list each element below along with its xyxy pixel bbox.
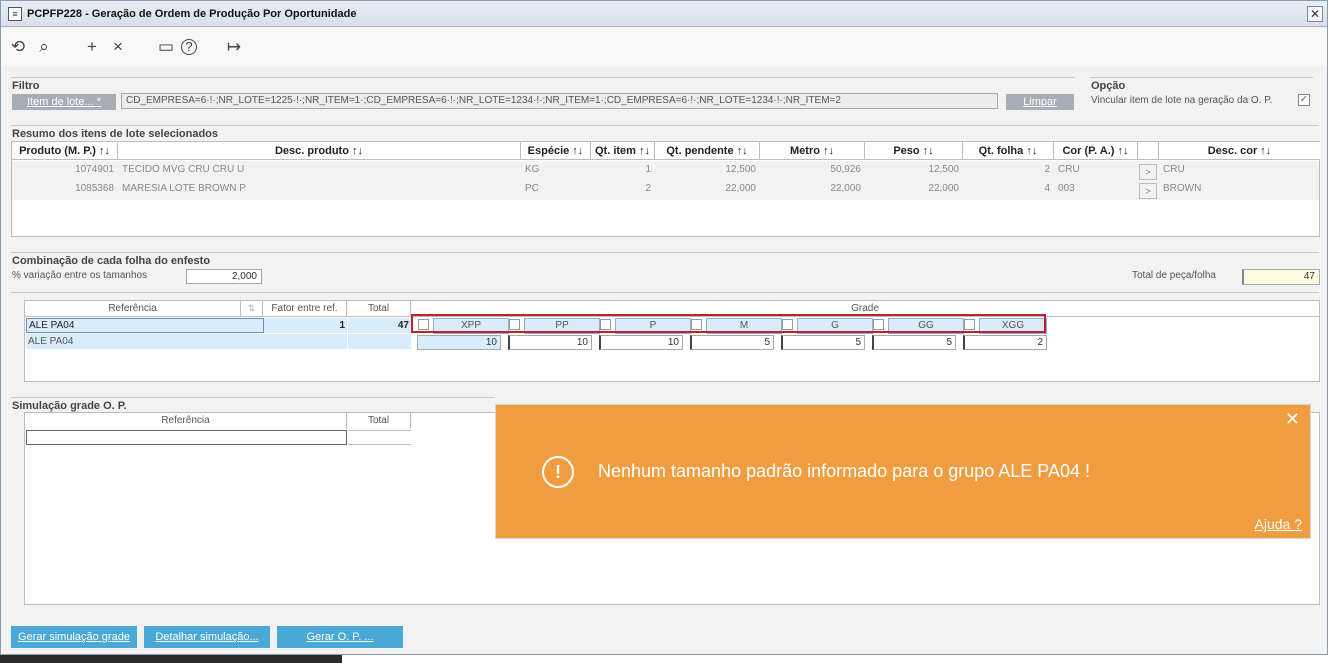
detalhar-simulacao-button[interactable]: Detalhar simulação... — [144, 626, 270, 648]
error-toast: ! Nenhum tamanho padrão informado para o… — [495, 404, 1311, 539]
calendar-icon[interactable]: ▭ — [155, 36, 177, 58]
search-icon[interactable]: ⌕ — [33, 36, 55, 58]
qty-p[interactable]: 10 — [599, 335, 683, 350]
total-cell: 47 — [348, 318, 411, 333]
col-qt-pendente[interactable]: Qt. pendente ↑↓ — [655, 142, 760, 160]
total-peca-label: Total de peça/folha — [1132, 270, 1216, 281]
limpar-button[interactable]: Limpar — [1006, 94, 1074, 110]
metro-cell: 22,000 — [830, 183, 861, 194]
cor-lookup-button[interactable]: > — [1139, 164, 1157, 180]
title-bar: ≡ PCPFP228 - Geração de Ordem de Produçã… — [1, 1, 1327, 27]
metro-cell: 50,926 — [830, 164, 861, 175]
cor-cell: 003 — [1058, 183, 1075, 194]
desc-cor-cell: CRU — [1163, 164, 1185, 175]
qty-xgg[interactable]: 2 — [963, 335, 1047, 350]
especie-cell: KG — [525, 164, 540, 175]
item-lote-field[interactable]: CD_EMPRESA=6·!·;NR_LOTE=1225·!·;NR_ITEM=… — [121, 93, 998, 109]
col-qt-folha[interactable]: Qt. folha ↑↓ — [963, 142, 1054, 160]
qty-pp[interactable]: 10 — [508, 335, 592, 350]
total-peca-field: 47 — [1242, 269, 1320, 285]
vincular-label: Vincular item de lote na geração da O. P… — [1091, 95, 1273, 106]
taskbar-strip — [0, 655, 342, 663]
qt-item-cell: 1 — [645, 164, 651, 175]
fator-cell[interactable] — [264, 334, 347, 349]
qty-m[interactable]: 5 — [690, 335, 774, 350]
col-peso[interactable]: Peso ↑↓ — [865, 142, 963, 160]
resumo-table: Produto (M. P.) ↑↓ Desc. produto ↑↓ Espé… — [11, 141, 1320, 237]
resumo-title: Resumo dos itens de lote selecionados — [12, 128, 218, 140]
variacao-input[interactable]: 2,000 — [186, 269, 262, 284]
combinacao-table: Referência ⇅ Fator entre ref. Total Grad… — [24, 300, 1320, 382]
qt-pendente-cell: 22,000 — [725, 183, 756, 194]
qty-g[interactable]: 5 — [781, 335, 865, 350]
desc-cell: MARESIA LOTE BROWN P — [122, 183, 246, 194]
col-sim-total[interactable]: Total — [347, 413, 411, 429]
referencia-cell[interactable]: ALE PA04 — [26, 334, 264, 349]
qty-gg[interactable]: 5 — [872, 335, 956, 350]
toolbar: ⟲ ⌕ + × ▭ ? ↦ — [1, 28, 1327, 66]
warning-icon: ! — [542, 456, 574, 488]
cor-lookup-button[interactable]: > — [1139, 183, 1157, 199]
help-icon[interactable]: ? — [181, 39, 197, 55]
peso-cell: 12,500 — [928, 164, 959, 175]
col-especie[interactable]: Espécie ↑↓ — [521, 142, 591, 160]
especie-cell: PC — [525, 183, 539, 194]
cor-cell: CRU — [1058, 164, 1080, 175]
peso-cell: 22,000 — [928, 183, 959, 194]
qt-folha-cell: 2 — [1044, 164, 1050, 175]
col-total[interactable]: Total — [347, 301, 411, 317]
size-highlight — [411, 314, 1046, 333]
col-produto[interactable]: Produto (M. P.) ↑↓ — [12, 142, 118, 160]
gerar-simulacao-button[interactable]: Gerar simulação grade — [11, 626, 137, 648]
filtro-title: Filtro — [12, 80, 40, 92]
toast-message: Nenhum tamanho padrão informado para o g… — [598, 461, 1090, 481]
close-window-button[interactable]: ✕ — [1307, 6, 1323, 22]
opcao-title: Opção — [1091, 80, 1126, 92]
desc-cell: TECIDO MVG CRU CRU U — [122, 164, 245, 175]
delete-icon[interactable]: × — [107, 36, 129, 58]
qt-pendente-cell: 12,500 — [725, 164, 756, 175]
sort-icon[interactable]: ⇅ — [241, 301, 263, 317]
desc-cor-cell: BROWN — [1163, 183, 1202, 194]
qty-xpp[interactable]: 10 — [417, 335, 501, 350]
col-referencia[interactable]: Referência — [25, 301, 241, 317]
produto-cell: 1074901 — [75, 164, 114, 175]
variacao-label: % variação entre os tamanhos — [12, 270, 148, 281]
qt-folha-cell: 4 — [1044, 183, 1050, 194]
produto-cell: 1085368 — [75, 183, 114, 194]
item-lote-button[interactable]: Item de lote... * — [12, 94, 116, 110]
main-window: ≡ PCPFP228 - Geração de Ordem de Produçã… — [0, 0, 1328, 655]
simulacao-title: Simulação grade O. P. — [12, 400, 127, 412]
document-icon: ≡ — [8, 6, 22, 21]
add-icon[interactable]: + — [81, 36, 103, 58]
gerar-op-button[interactable]: Gerar O. P. ... — [277, 626, 403, 648]
exit-icon[interactable]: ↦ — [223, 36, 245, 58]
sim-total-cell — [348, 430, 411, 445]
undo-icon[interactable]: ⟲ — [7, 36, 29, 58]
col-desc-cor[interactable]: Desc. cor ↑↓ — [1159, 142, 1320, 160]
total-cell — [348, 334, 411, 349]
col-sim-referencia[interactable]: Referência — [25, 413, 347, 429]
qt-item-cell: 2 — [645, 183, 651, 194]
col-cor[interactable]: Cor (P. A.) ↑↓ — [1054, 142, 1138, 160]
col-qt-item[interactable]: Qt. item ↑↓ — [591, 142, 655, 160]
fator-cell[interactable]: 1 — [264, 318, 347, 333]
col-metro[interactable]: Metro ↑↓ — [760, 142, 865, 160]
sim-referencia-cell[interactable] — [26, 430, 347, 445]
col-desc-produto[interactable]: Desc. produto ↑↓ — [118, 142, 521, 160]
combinacao-title: Combinação de cada folha do enfesto — [12, 255, 211, 267]
referencia-cell[interactable]: ALE PA04 — [26, 318, 264, 333]
help-link[interactable]: Ajuda ? — [1255, 516, 1302, 532]
col-fator[interactable]: Fator entre ref. — [263, 301, 347, 317]
window-title: PCPFP228 - Geração de Ordem de Produção … — [27, 7, 357, 20]
close-icon[interactable]: ✕ — [1285, 409, 1300, 430]
col-blank — [1138, 142, 1159, 160]
vincular-checkbox[interactable]: ✓ — [1298, 94, 1310, 106]
